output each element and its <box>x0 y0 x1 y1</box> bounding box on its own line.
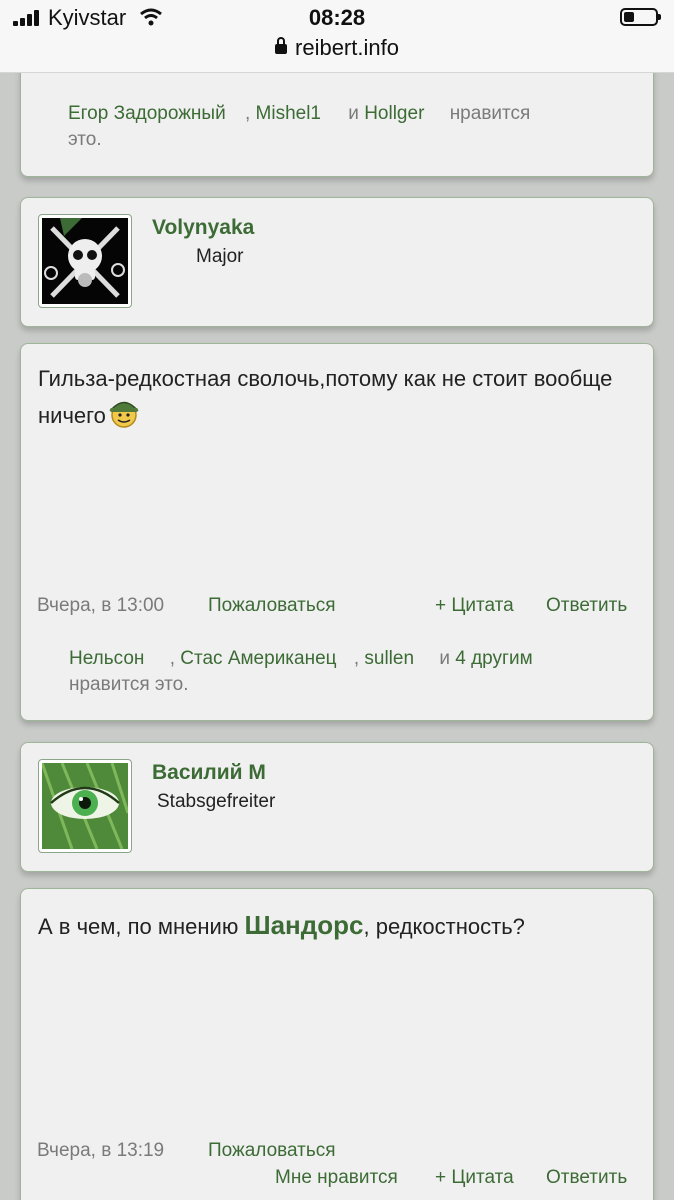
like-button[interactable]: Мне нравится <box>275 1167 398 1189</box>
liker-link[interactable]: sullen <box>364 648 414 669</box>
avatar[interactable] <box>38 214 132 308</box>
likes-summary: Егор Задорожный , Mishel1 и Hollger нрав… <box>68 103 531 150</box>
user-rank: Stabsgefreiter <box>157 791 276 812</box>
message-text: Гильза-редкостная сволочь,потому как не … <box>38 366 613 429</box>
reply-link[interactable]: Ответить <box>546 595 627 617</box>
likes-summary: Нельсон , Стас Американец , sullen и 4 д… <box>69 648 533 695</box>
post-actions: Вчера, в 13:00 Пожаловаться + Цитата Отв… <box>21 595 655 621</box>
eye-icon <box>42 763 128 849</box>
report-link[interactable]: Пожаловаться <box>208 595 336 617</box>
avatar[interactable] <box>38 759 132 853</box>
post-actions: Вчера, в 13:19 Пожаловаться Мне нравится… <box>21 1140 655 1200</box>
status-bar: Kyivstar 08:28 reibert.info <box>0 0 674 73</box>
liker-link[interactable]: Нельсон <box>69 648 144 669</box>
skull-icon <box>42 218 128 304</box>
user-card: Volynyaka Major <box>20 197 654 327</box>
reply-link[interactable]: Ответить <box>546 1167 627 1189</box>
battery-icon <box>620 8 661 26</box>
post-footer-prev: Егор Задорожный , Mishel1 и Hollger нрав… <box>20 72 654 177</box>
others-link[interactable]: 4 другим <box>455 648 532 669</box>
post-message: А в чем, по мнению Шандорс, редкостность… <box>20 888 654 1200</box>
liker-link[interactable]: Стас Американец <box>180 648 336 669</box>
username-link[interactable]: Volynyaka <box>152 216 254 240</box>
post-time-link[interactable]: Вчера, в 13:19 <box>37 1140 164 1162</box>
post-time-link[interactable]: Вчера, в 13:00 <box>37 595 164 617</box>
message-text: А в чем, по мнению Шандорс, редкостность… <box>38 910 525 940</box>
liker-link[interactable]: Mishel1 <box>256 103 321 124</box>
address-bar[interactable]: reibert.info <box>0 35 674 61</box>
quote-link[interactable]: + Цитата <box>435 595 514 617</box>
username-link[interactable]: Василий М <box>152 761 266 785</box>
liker-link[interactable]: Егор Задорожный <box>68 103 226 124</box>
user-card: Василий М Stabsgefreiter <box>20 742 654 872</box>
url-text: reibert.info <box>295 35 399 60</box>
soldier-smiley-icon <box>107 395 141 429</box>
lock-icon <box>275 37 288 54</box>
user-rank: Major <box>196 246 244 267</box>
liker-link[interactable]: Hollger <box>364 103 424 124</box>
thread: Егор Задорожный , Mishel1 и Hollger нрав… <box>0 72 674 1200</box>
user-mention-link[interactable]: Шандорс <box>244 910 363 940</box>
post-message: Гильза-редкостная сволочь,потому как не … <box>20 343 654 721</box>
quote-link[interactable]: + Цитата <box>435 1167 514 1189</box>
clock: 08:28 <box>308 5 366 30</box>
report-link[interactable]: Пожаловаться <box>208 1140 336 1162</box>
